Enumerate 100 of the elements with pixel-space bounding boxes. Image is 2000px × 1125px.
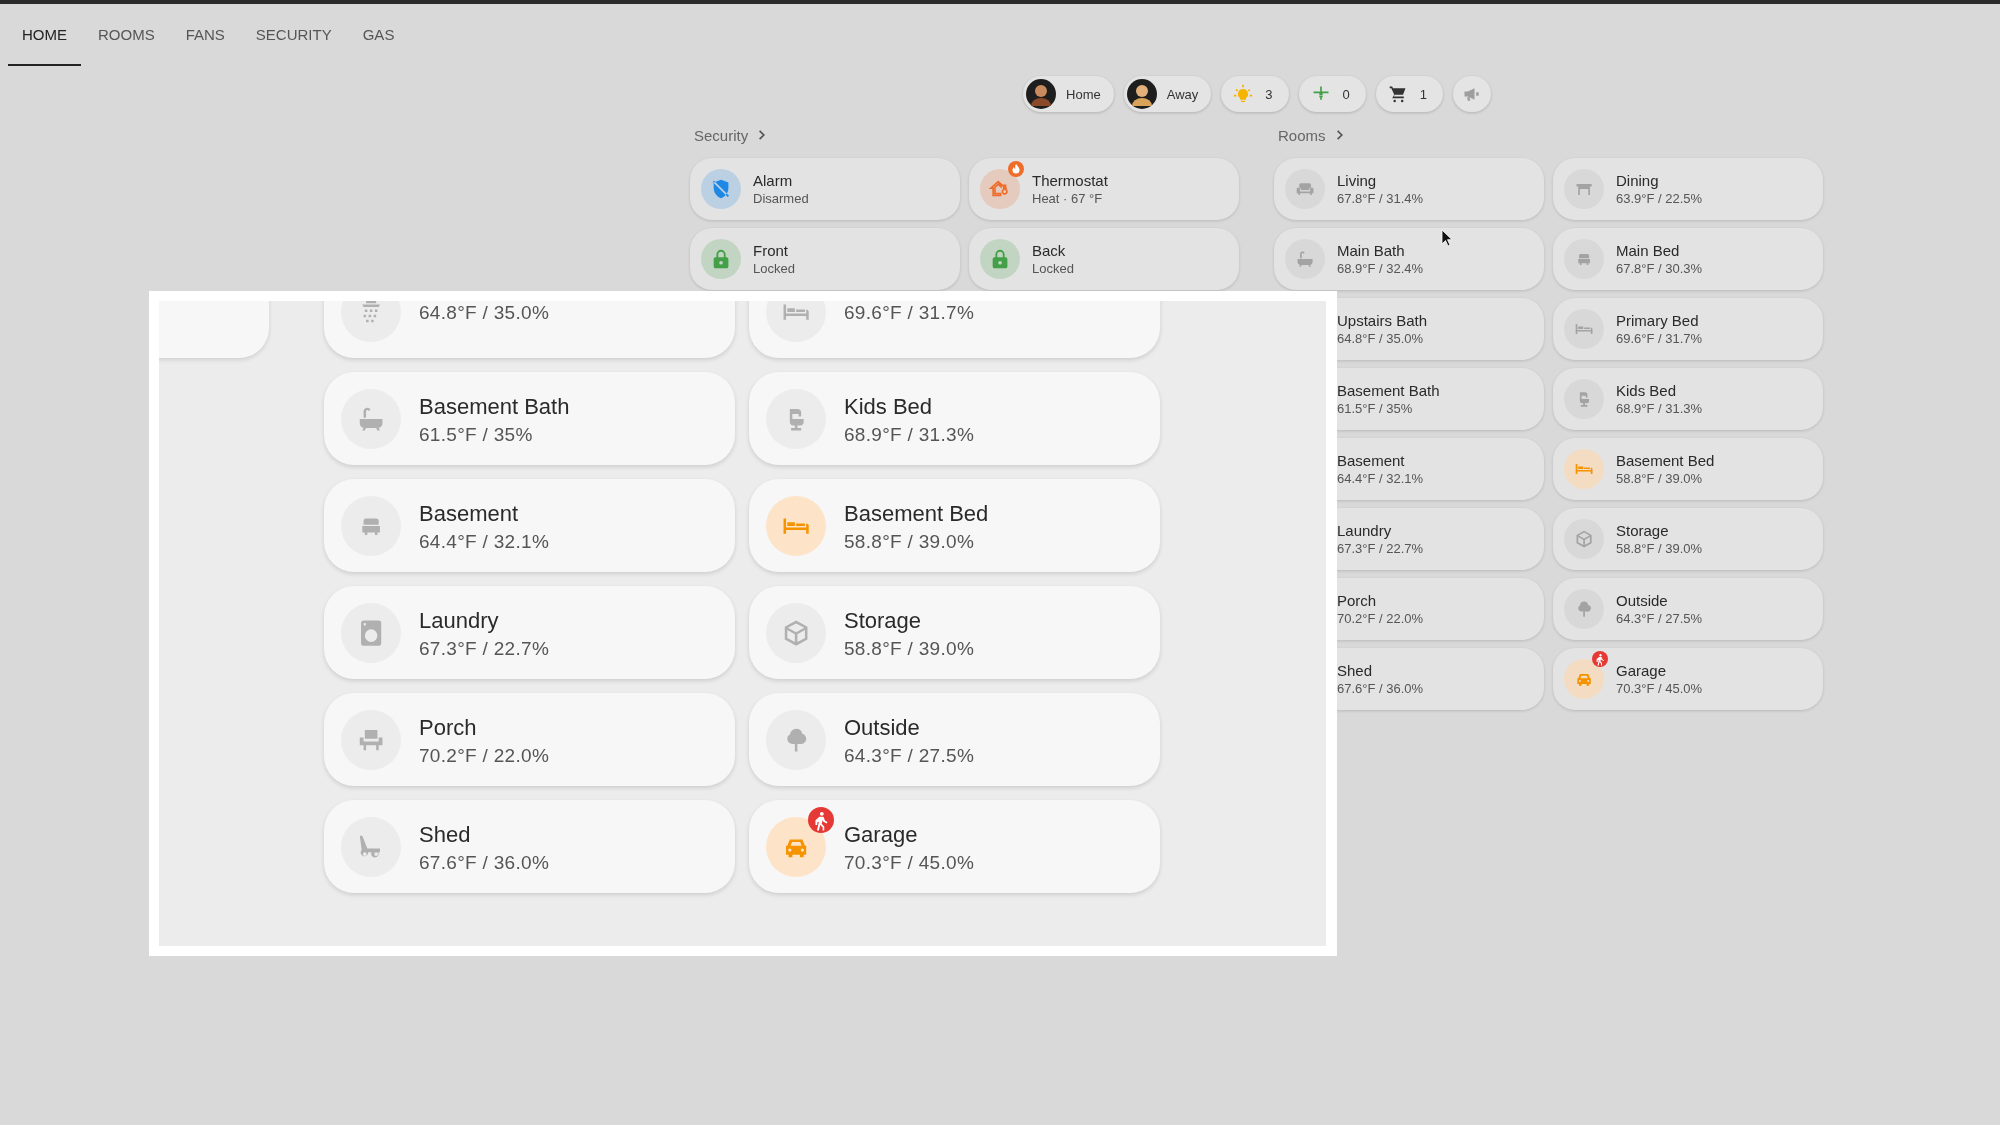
- card-reading: 64.8°F / 35.0%: [1337, 329, 1425, 348]
- cart-icon: [1387, 84, 1408, 104]
- room-card[interactable]: Basement 64.4°F / 32.1%: [324, 479, 735, 572]
- card-title: Storage: [844, 606, 923, 635]
- card-title: Dining: [1616, 170, 1660, 190]
- room-card[interactable]: Basement 64.4°F / 32.1%: [1336, 438, 1544, 500]
- high-chair-icon: [766, 388, 826, 449]
- card-title: Outside: [1616, 590, 1669, 610]
- room-card[interactable]: Main Bed 67.8°F / 30.3%: [1553, 228, 1823, 290]
- tree-icon: [1564, 589, 1604, 629]
- room-card[interactable]: Basement Bath 61.5°F / 35%: [1336, 368, 1544, 430]
- card-reading: 69.6°F / 31.7%: [1616, 329, 1703, 348]
- shield-off-icon: [701, 169, 741, 209]
- sofa-icon: [1285, 169, 1325, 209]
- room-card[interactable]: Porch 70.2°F / 22.0%: [1336, 578, 1544, 640]
- washer-icon: [341, 602, 401, 663]
- fans-chip[interactable]: 0: [1298, 76, 1366, 112]
- card-reading: 64.4°F / 32.1%: [419, 529, 550, 554]
- mouse-cursor-icon: [1441, 229, 1453, 247]
- bed-icon: [1564, 449, 1604, 489]
- card-reading: 70.2°F / 22.0%: [419, 743, 550, 768]
- card-title: Upstairs Bath: [1337, 310, 1428, 330]
- card-reading: 70.3°F / 45.0%: [844, 850, 975, 875]
- card-title: Basement: [419, 499, 520, 528]
- card-reading: 61.5°F / 35%: [1337, 399, 1414, 418]
- room-card[interactable]: Basement Bed 58.8°F / 39.0%: [1553, 438, 1823, 500]
- section-link[interactable]: Security: [694, 126, 749, 144]
- room-card[interactable]: Primary Bed 69.6°F / 31.7%: [1553, 298, 1823, 360]
- entity-card[interactable]: Back Locked: [969, 228, 1239, 290]
- card-title: Front: [753, 240, 789, 260]
- car-icon: [1564, 659, 1604, 699]
- card-reading: 64.4°F / 32.1%: [1337, 469, 1424, 488]
- room-card[interactable]: Living 67.8°F / 31.4%: [1274, 158, 1544, 220]
- card-reading: 70.2°F / 22.0%: [1337, 609, 1424, 628]
- room-card[interactable]: 64.8°F / 35.0%: [324, 301, 735, 358]
- entity-card[interactable]: Front Locked: [690, 228, 960, 290]
- room-card[interactable]: Laundry 67.3°F / 22.7%: [1336, 508, 1544, 570]
- box-icon: [1564, 519, 1604, 559]
- card-reading: 58.8°F / 39.0%: [1616, 469, 1704, 488]
- room-card[interactable]: Basement Bath 61.5°F / 35%: [324, 372, 735, 465]
- room-card[interactable]: Storage 58.8°F / 39.0%: [749, 586, 1160, 679]
- card-title: Basement Bath: [419, 392, 570, 421]
- bed-icon: [341, 495, 401, 556]
- room-card[interactable]: Dining 63.9°F / 22.5%: [1553, 158, 1823, 220]
- bed-icon: [1564, 239, 1604, 279]
- card-reading: 68.9°F / 31.3%: [844, 422, 975, 447]
- nav-tab[interactable]: SECURITY: [241, 4, 346, 66]
- entity-card[interactable]: Alarm Disarmed: [690, 158, 960, 220]
- card-reading: 67.3°F / 22.7%: [419, 636, 550, 661]
- card-title: Storage: [1616, 520, 1670, 540]
- room-card[interactable]: Kids Bed 68.9°F / 31.3%: [1553, 368, 1823, 430]
- room-card[interactable]: Outside 64.3°F / 27.5%: [1553, 578, 1823, 640]
- lock-icon: [701, 239, 741, 279]
- room-card[interactable]: Upstairs Bath 64.8°F / 35.0%: [1336, 298, 1544, 360]
- nav-tab[interactable]: HOME: [8, 4, 81, 66]
- card-reading: 68.9°F / 31.3%: [1616, 399, 1703, 418]
- room-card[interactable]: Shed 67.6°F / 36.0%: [1336, 648, 1544, 710]
- card-title: Primary Bed: [1616, 310, 1700, 330]
- card-title: Basement Bed: [1616, 450, 1715, 470]
- room-card[interactable]: Garage 70.3°F / 45.0%: [1553, 648, 1823, 710]
- avatar-icon: [1026, 79, 1056, 109]
- card-title: Main Bed: [1616, 240, 1681, 260]
- room-card[interactable]: Main Bath 68.9°F / 32.4%: [1274, 228, 1544, 290]
- card-reading: 70.3°F / 45.0%: [1616, 679, 1703, 698]
- house-thermometer-icon: [980, 169, 1020, 209]
- card-title: Porch: [419, 713, 478, 742]
- card-reading: 67.8°F / 30.3%: [1616, 259, 1703, 278]
- card-reading: 67.8°F / 31.4%: [1337, 189, 1424, 208]
- room-card[interactable]: Shed 67.6°F / 36.0%: [324, 800, 735, 893]
- person-chip[interactable]: Away: [1123, 76, 1212, 112]
- room-card[interactable]: Storage 58.8°F / 39.0%: [1553, 508, 1823, 570]
- card-reading: 67.6°F / 36.0%: [419, 850, 550, 875]
- card-title: Kids Bed: [844, 392, 934, 421]
- lawn-mower-icon: [341, 816, 401, 877]
- room-card[interactable]: Basement Bed 58.8°F / 39.0%: [749, 479, 1160, 572]
- room-card[interactable]: 69.6°F / 31.7%: [749, 301, 1160, 358]
- card-reading: 64.3°F / 27.5%: [1616, 609, 1703, 628]
- nav-tab[interactable]: GAS: [348, 4, 409, 66]
- card-title: Shed: [419, 820, 472, 849]
- card-title: Basement: [1337, 450, 1406, 470]
- section-link[interactable]: Rooms: [1278, 126, 1326, 144]
- tree-icon: [766, 709, 826, 770]
- person-chip[interactable]: Home: [1023, 76, 1114, 112]
- table-icon: [1564, 169, 1604, 209]
- card-title: Back: [1032, 240, 1067, 260]
- lights-chip[interactable]: 3: [1221, 76, 1289, 112]
- car-icon: [766, 816, 826, 877]
- room-card[interactable]: Garage 70.3°F / 45.0%: [749, 800, 1160, 893]
- room-card[interactable]: Laundry 67.3°F / 22.7%: [324, 586, 735, 679]
- card-reading: 58.8°F / 39.0%: [844, 529, 976, 554]
- lightbulb-icon: [1233, 84, 1254, 104]
- cart-chip[interactable]: 1: [1375, 76, 1443, 112]
- room-card[interactable]: Outside 64.3°F / 27.5%: [749, 693, 1160, 786]
- card-title: Alarm: [753, 170, 794, 190]
- room-card[interactable]: Kids Bed 68.9°F / 31.3%: [749, 372, 1160, 465]
- room-card[interactable]: Porch 70.2°F / 22.0%: [324, 693, 735, 786]
- nav-tab[interactable]: ROOMS: [84, 4, 169, 66]
- avatar-icon: [1126, 79, 1157, 109]
- nav-tab[interactable]: FANS: [171, 4, 239, 66]
- entity-card[interactable]: Thermostat Heat · 67 °F: [969, 158, 1239, 220]
